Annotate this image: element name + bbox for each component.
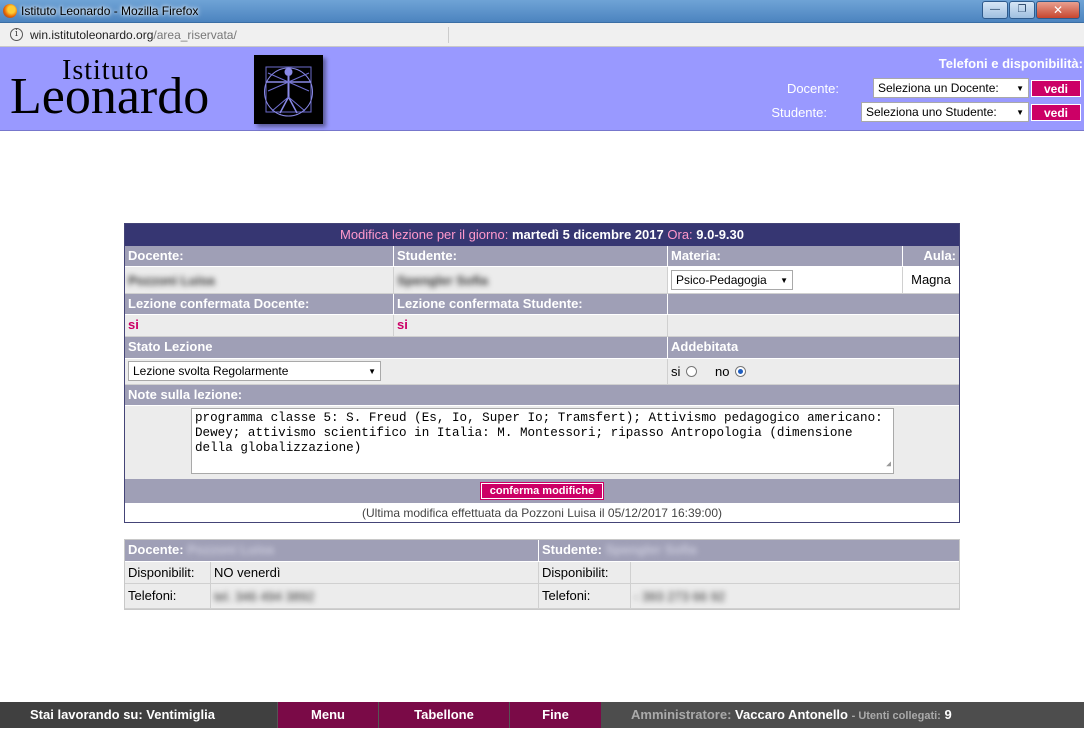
studente-disp-label: Disponibilit: bbox=[539, 562, 631, 584]
conf-docente-value: si bbox=[125, 315, 394, 337]
materia-value: Psico-Pedagogia bbox=[676, 273, 767, 287]
docente-select-value: Seleziona un Docente: bbox=[877, 81, 999, 95]
lesson-edit-table: Modifica lezione per il giorno: martedì … bbox=[124, 223, 960, 523]
info-docente-label: Docente: bbox=[128, 542, 184, 557]
docente-select[interactable]: Seleziona un Docente: ▼ bbox=[872, 78, 1029, 98]
maximize-button[interactable]: ❐ bbox=[1009, 1, 1035, 19]
chevron-down-icon: ▼ bbox=[368, 366, 376, 376]
confirm-changes-button[interactable]: conferma modifiche bbox=[479, 482, 605, 500]
aula-header: Aula: bbox=[903, 246, 959, 267]
lesson-time: 9.0-9.30 bbox=[696, 227, 744, 242]
materia-header: Materia: bbox=[668, 246, 903, 267]
docente-selector-row: Docente: Seleziona un Docente: ▼ vedi bbox=[787, 78, 1081, 98]
studente-select[interactable]: Seleziona uno Studente: ▼ bbox=[860, 102, 1029, 122]
window-titlebar: Istituto Leonardo - Mozilla Firefox — ❐ … bbox=[0, 0, 1084, 23]
docente-disp-label: Disponibilit: bbox=[125, 562, 211, 584]
docente-tel-value: tel. 346 494 3892 bbox=[214, 589, 315, 604]
vitruvian-man-icon bbox=[254, 55, 323, 124]
info-icon[interactable]: i bbox=[10, 28, 23, 41]
docente-disp-value: NO venerdì bbox=[211, 562, 539, 584]
chevron-down-icon: ▼ bbox=[1016, 107, 1024, 117]
studente-disp-value bbox=[631, 562, 959, 584]
url-host: win.istitutoleonardo.org bbox=[30, 28, 154, 42]
conf-studente-value: si bbox=[394, 315, 668, 337]
conf-studente-header: Lezione confermata Studente: bbox=[394, 294, 668, 315]
logo[interactable]: Istituto Leonardo bbox=[10, 55, 323, 127]
addebitata-options: si no bbox=[668, 359, 959, 385]
firefox-icon bbox=[3, 4, 17, 18]
admin-label: Amministratore: bbox=[631, 707, 732, 722]
last-modified-text: (Ultima modifica effettuata da Pozzoni L… bbox=[362, 505, 722, 520]
note-header: Note sulla lezione: bbox=[125, 385, 959, 406]
info-docente-header: Docente: Pozzoni Luisa bbox=[125, 540, 539, 562]
stato-header: Stato Lezione bbox=[125, 337, 668, 359]
vedi-docente-button[interactable]: vedi bbox=[1030, 79, 1081, 97]
users-count: 9 bbox=[944, 707, 952, 722]
address-bar[interactable]: i win.istitutoleonardo.org/area_riservat… bbox=[0, 23, 1084, 47]
note-textarea[interactable]: programma classe 5: S. Freud (Es, Io, Su… bbox=[191, 408, 894, 474]
studente-header: Studente: bbox=[394, 246, 668, 267]
docente-label: Docente: bbox=[786, 80, 839, 96]
conf-docente-header: Lezione confermata Docente: bbox=[125, 294, 394, 315]
urlbar-divider bbox=[448, 27, 449, 43]
footer-fine-link[interactable]: Fine bbox=[509, 702, 601, 728]
stato-value: Lezione svolta Regolarmente bbox=[133, 364, 289, 378]
phones-availability-title: Telefoni e disponibilità: bbox=[938, 56, 1083, 71]
lesson-title: Modifica lezione per il giorno: martedì … bbox=[125, 224, 959, 246]
info-docente-name: Pozzoni Luisa bbox=[187, 542, 274, 557]
resize-grip-icon[interactable]: ◢ bbox=[886, 457, 891, 472]
ora-label: Ora: bbox=[667, 227, 693, 242]
info-studente-name: Spengler Sofia bbox=[605, 542, 697, 557]
lesson-date: martedì 5 dicembre 2017 bbox=[512, 227, 664, 242]
window-controls: — ❐ ✕ bbox=[982, 1, 1080, 19]
minimize-button[interactable]: — bbox=[982, 1, 1008, 19]
url-text[interactable]: win.istitutoleonardo.org/area_riservata/ bbox=[30, 28, 237, 42]
docente-header: Docente: bbox=[125, 246, 394, 267]
users-label: - Utenti collegati: bbox=[851, 710, 941, 722]
note-text: programma classe 5: S. Freud (Es, Io, Su… bbox=[195, 411, 883, 455]
studente-tel-label: Telefoni: bbox=[539, 584, 631, 609]
lesson-title-prefix: Modifica lezione per il giorno: bbox=[340, 227, 509, 242]
info-studente-header: Studente: Spengler Sofia bbox=[539, 540, 959, 562]
studente-select-value: Seleziona uno Studente: bbox=[865, 105, 997, 119]
addebitata-header: Addebitata bbox=[668, 337, 959, 359]
window-title: Istituto Leonardo - Mozilla Firefox bbox=[21, 4, 199, 18]
addebitata-si-label: si bbox=[671, 364, 681, 379]
addebitata-no-label: no bbox=[715, 364, 730, 379]
studente-label: Studente: bbox=[771, 104, 827, 120]
aula-value: Magna bbox=[903, 267, 959, 294]
materia-select[interactable]: Psico-Pedagogia ▼ bbox=[671, 270, 793, 290]
conf-empty-cell bbox=[668, 315, 959, 337]
docente-name: Pozzoni Luisa bbox=[128, 273, 215, 288]
logo-line2: Leonardo bbox=[10, 68, 210, 125]
studente-selector-row: Studente: Seleziona uno Studente: ▼ vedi bbox=[771, 102, 1081, 122]
footer-tabellone-link[interactable]: Tabellone bbox=[378, 702, 509, 728]
close-button[interactable]: ✕ bbox=[1036, 1, 1080, 19]
studente-name: Spengler Sofia bbox=[397, 273, 489, 288]
chevron-down-icon: ▼ bbox=[1016, 83, 1024, 93]
contact-info-table: Docente: Pozzoni Luisa Studente: Spengle… bbox=[124, 539, 960, 610]
working-on: Stai lavorando su: Ventimiglia bbox=[0, 702, 277, 728]
url-path: /area_riservata/ bbox=[153, 28, 237, 42]
stato-select[interactable]: Lezione svolta Regolarmente ▼ bbox=[128, 361, 381, 381]
site-header: Istituto Leonardo Telefoni e disponibili… bbox=[0, 47, 1084, 131]
info-studente-label: Studente: bbox=[542, 542, 602, 557]
docente-tel-label: Telefoni: bbox=[125, 584, 211, 609]
admin-name: Vaccaro Antonello bbox=[735, 707, 848, 722]
addebitata-no-radio[interactable] bbox=[735, 366, 747, 377]
footer-menu-link[interactable]: Menu bbox=[277, 702, 378, 728]
conf-empty-header bbox=[668, 294, 959, 315]
vedi-studente-button[interactable]: vedi bbox=[1030, 103, 1081, 121]
chevron-down-icon: ▼ bbox=[780, 275, 788, 285]
admin-info: Amministratore: Vaccaro Antonello - Uten… bbox=[601, 702, 1084, 728]
addebitata-si-radio[interactable] bbox=[686, 366, 698, 377]
footer-bar: Stai lavorando su: Ventimiglia Menu Tabe… bbox=[0, 702, 1084, 728]
studente-tel-value: - 393 273 66 92 bbox=[634, 589, 726, 604]
